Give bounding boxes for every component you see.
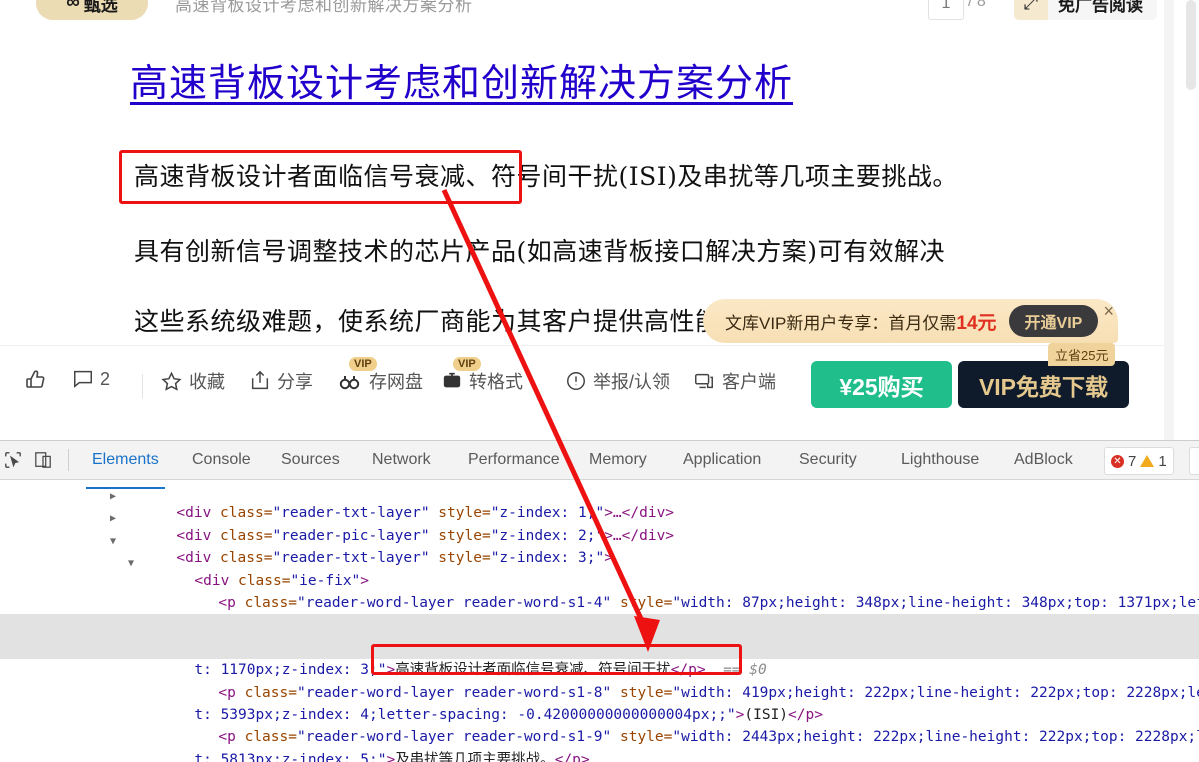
dom-node-row[interactable]: ▼ <div class="reader-txt-layer" style="z-… bbox=[0, 525, 1199, 566]
buy-button[interactable]: ¥25购买 bbox=[811, 361, 952, 408]
star-icon bbox=[160, 370, 183, 393]
vip-flag-netdisk: VIP bbox=[349, 357, 377, 371]
favorite-button[interactable]: 收藏 bbox=[160, 368, 225, 394]
device-toolbar-icon[interactable] bbox=[32, 450, 54, 470]
vip-flag-convert: VIP bbox=[453, 357, 481, 371]
comment-icon bbox=[72, 368, 94, 390]
devtools-more-panel-button[interactable] bbox=[1189, 447, 1199, 475]
like-button[interactable] bbox=[24, 368, 48, 392]
zhenxuan-label: 甄选 bbox=[83, 0, 118, 15]
tab-adblock[interactable]: AdBlock bbox=[1014, 451, 1073, 479]
ad-free-reading-label: 免广告阅读 bbox=[1058, 0, 1143, 15]
dom-node-row[interactable]: ▼ <div class="ie-fix"> bbox=[0, 547, 1199, 588]
tab-memory[interactable]: Memory bbox=[589, 451, 647, 479]
save-to-netdisk-button[interactable]: VIP 存网盘 bbox=[337, 357, 423, 394]
report-label: 举报/认领 bbox=[593, 372, 671, 392]
dom-node-row[interactable]: <p class="reader-word-layer reader-word-… bbox=[0, 570, 1199, 611]
open-vip-button[interactable]: 开通VIP bbox=[1008, 305, 1099, 337]
vip-promo-text: 文库VIP新用户专享：首月仅需14元 bbox=[725, 312, 997, 334]
dom-node-row-selected-wrap[interactable]: t: 1170px;z-index: 3;">高速背板设计者面临信号衰减、符号间… bbox=[0, 636, 1199, 678]
tab-sources[interactable]: Sources bbox=[281, 451, 340, 479]
document-heading: 高速背板设计考虑和创新解决方案分析 bbox=[130, 61, 794, 105]
zhenxuan-badge[interactable]: ∞ 甄选 bbox=[36, 0, 148, 20]
share-icon bbox=[249, 370, 271, 392]
client-app-label: 客户端 bbox=[722, 372, 776, 392]
reader-scrollbar-thumb[interactable] bbox=[1186, 0, 1196, 90]
warning-icon bbox=[1140, 455, 1155, 467]
tab-network[interactable]: Network bbox=[372, 451, 431, 479]
devtools-panel: Elements Console Sources Network Perform… bbox=[0, 440, 1199, 762]
devtools-tabbar: Elements Console Sources Network Perform… bbox=[0, 441, 1199, 489]
inspect-cursor-icon[interactable] bbox=[2, 450, 24, 470]
convert-format-button[interactable]: VIP 转格式 bbox=[441, 357, 523, 394]
dom-node-row[interactable]: <p class="reader-word-layer reader-word-… bbox=[0, 704, 1199, 745]
vip-promo-banner[interactable]: 文库VIP新用户专享：首月仅需14元 开通VIP × bbox=[703, 299, 1118, 343]
dom-tree[interactable]: ▶ <div class="reader-txt-layer" style="z-… bbox=[0, 480, 1199, 762]
document-title-topbar: 高速背板设计考虑和创新解决方案分析 bbox=[175, 0, 473, 15]
document-action-bar: 2 收藏 分享 VIP 存网盘 VIP 转格式 举报/认领 客户端 ¥25购买 … bbox=[0, 343, 1164, 422]
tab-security[interactable]: Security bbox=[799, 451, 857, 479]
save-to-netdisk-label: 存网盘 bbox=[369, 372, 423, 392]
dom-node-row-selected[interactable]: <p class="reader-word-layer reader-word-… bbox=[0, 614, 1199, 656]
devtools-toolbar-divider bbox=[68, 449, 69, 471]
dom-node-row-wrap[interactable]: t: 5393px;z-index: 4;letter-spacing: -0.… bbox=[0, 682, 1199, 723]
close-icon[interactable]: × bbox=[1103, 301, 1114, 322]
comment-count: 2 bbox=[100, 368, 111, 389]
share-label: 分享 bbox=[277, 372, 313, 392]
tab-elements[interactable]: Elements bbox=[86, 451, 165, 489]
document-reader-view[interactable]: 高速背板设计考虑和创新解决方案分析 高速背板设计者面临信号衰减、符号间干扰(IS… bbox=[0, 25, 1164, 335]
report-button[interactable]: 举报/认领 bbox=[565, 368, 670, 394]
desktop-icon bbox=[692, 370, 716, 392]
expand-arrows-icon: ⤢ bbox=[1014, 0, 1048, 20]
error-icon: ✕ bbox=[1111, 454, 1124, 468]
convert-format-label: 转格式 bbox=[469, 372, 523, 392]
thumb-up-icon bbox=[24, 368, 48, 392]
dom-node-row[interactable]: ▶ <div class="reader-txt-layer" style="z-… bbox=[0, 480, 1199, 521]
page-total-label: / 8 bbox=[968, 0, 986, 10]
dom-node-row-wrap[interactable]: t: 5813px;z-index: 5;">及串扰等几项主要挑战。</p> bbox=[0, 726, 1199, 762]
toolbar-divider bbox=[142, 374, 143, 398]
warning-count: 1 bbox=[1158, 452, 1167, 470]
tab-application[interactable]: Application bbox=[683, 451, 761, 479]
client-app-button[interactable]: 客户端 bbox=[692, 368, 776, 394]
dom-node-row-wrap[interactable]: 7110px;z-index: 2;font-family:simsun;;">… bbox=[0, 592, 1199, 634]
error-warning-counter[interactable]: ✕ 7 1 bbox=[1104, 447, 1174, 475]
document-paragraph-2: 具有创新信号调整技术的芯片产品(如高速背板接口解决方案)可有效解决 bbox=[134, 237, 946, 266]
vip-promo-price: 14元 bbox=[956, 312, 997, 334]
browser-top-toolbar: ∞ 甄选 高速背板设计考虑和创新解决方案分析 1 / 8 ⤢ 免广告阅读 bbox=[0, 0, 1199, 25]
report-icon bbox=[565, 370, 587, 392]
comment-button[interactable]: 2 bbox=[72, 368, 110, 390]
document-paragraph-1: 高速背板设计者面临信号衰减、符号间干扰(ISI)及串扰等几项主要挑战。 bbox=[134, 162, 958, 191]
cloud-save-icon bbox=[337, 370, 363, 392]
tab-performance[interactable]: Performance bbox=[468, 451, 560, 479]
dom-node-row[interactable]: <p class="reader-word-layer reader-word-… bbox=[0, 659, 1199, 701]
favorite-label: 收藏 bbox=[189, 372, 225, 392]
vip-free-download-button[interactable]: VIP免费下载 bbox=[958, 361, 1129, 408]
save-amount-badge: 立省25元 bbox=[1048, 343, 1116, 366]
tab-console[interactable]: Console bbox=[192, 451, 251, 479]
convert-icon bbox=[441, 370, 463, 392]
page-number-input[interactable]: 1 bbox=[928, 0, 964, 20]
tab-lighthouse[interactable]: Lighthouse bbox=[901, 451, 979, 479]
error-count: 7 bbox=[1128, 452, 1137, 470]
ad-free-reading-button[interactable]: ⤢ 免广告阅读 bbox=[1014, 0, 1157, 20]
infinity-icon: ∞ bbox=[66, 0, 79, 13]
share-button[interactable]: 分享 bbox=[249, 368, 313, 394]
dom-node-row[interactable]: ▶ <div class="reader-pic-layer" style="z-… bbox=[0, 502, 1199, 543]
dom-node-row[interactable]: <p class="reader-word-layer reader-word-… bbox=[0, 749, 1199, 762]
